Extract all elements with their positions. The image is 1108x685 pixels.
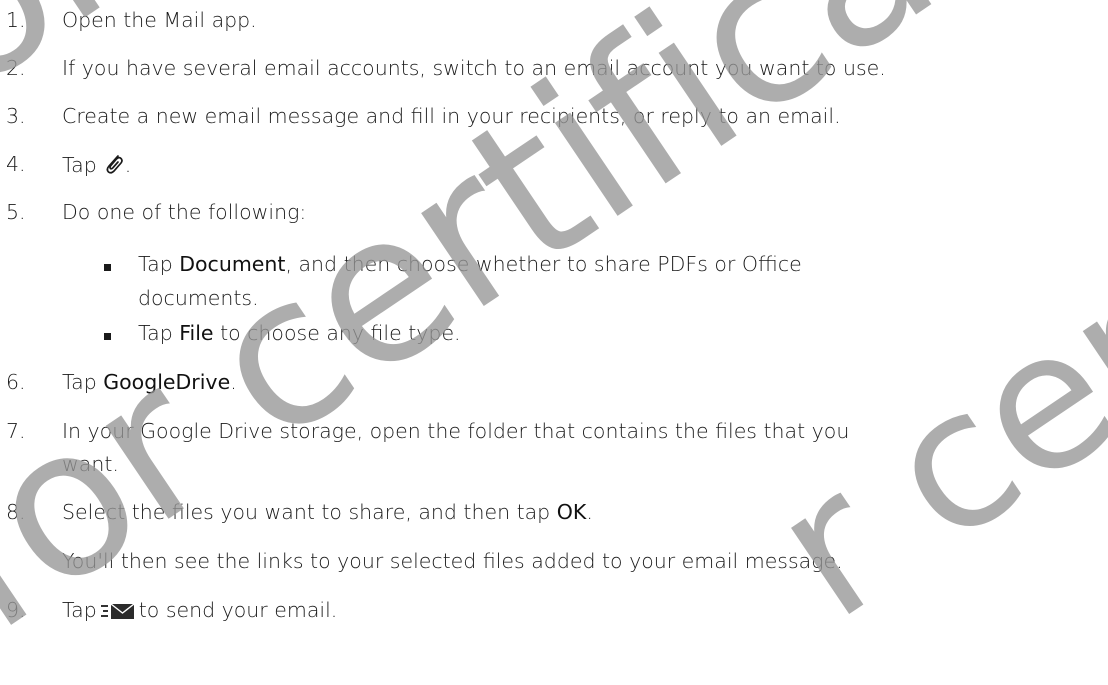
bullet-text-post: , and then choose whether to share PDFs … [285, 252, 802, 276]
step-number: 3. [6, 104, 26, 128]
step-text-post: . [586, 500, 593, 524]
bullet-marker [104, 333, 111, 340]
step-text: In your Google Drive storage, open the f… [62, 419, 850, 443]
step-number: 4. [6, 152, 26, 176]
step-text-post: . [124, 153, 132, 177]
ui-term-googledrive: GoogleDrive [103, 370, 231, 394]
step-text-post: . [230, 370, 237, 394]
step-number: 9. [6, 598, 26, 622]
bullet-text-pre: Tap [138, 252, 180, 276]
step-number: 5. [6, 200, 26, 224]
bullet-item-document: Tap Document, and then choose whether to… [138, 252, 802, 276]
step-text-pre: Tap [62, 153, 97, 177]
step-text-pre: Tap [62, 598, 97, 622]
step-7-continuation: want. [62, 452, 119, 476]
send-mail-icon [100, 601, 135, 625]
step-text: Tap. [62, 152, 131, 181]
step-number: 2. [6, 56, 26, 80]
step-text: Tap GoogleDrive. [62, 370, 237, 394]
ui-term-document: Document [179, 252, 286, 276]
bullet-continuation: documents. [138, 286, 259, 310]
step-text: Select the files you want to share, and … [62, 500, 593, 524]
bullet-marker [104, 264, 111, 271]
bullet-text-post: to choose any file type. [213, 321, 461, 345]
step-number: 1. [6, 8, 26, 32]
ui-term-ok: OK [556, 500, 587, 524]
step-number: 8. [6, 500, 26, 524]
step-text-pre: Select the files you want to share, and … [62, 500, 557, 524]
step-text: Create a new email message and fill in y… [62, 104, 841, 128]
document-page: 1. Open the Mail app. 2. If you have sev… [0, 0, 1108, 685]
step-text: Do one of the following: [62, 200, 307, 224]
step-text-pre: Tap [62, 370, 104, 394]
step-text: Open the Mail app. [62, 8, 257, 32]
step-number: 6. [6, 370, 26, 394]
step-number: 7. [6, 419, 26, 443]
ui-term-file: File [179, 321, 214, 345]
bullet-item-file: Tap File to choose any file type. [138, 321, 461, 345]
step-8-note: You'll then see the links to your select… [62, 549, 843, 573]
step-text: Tap to send your email. [62, 598, 337, 625]
step-text: If you have several email accounts, swit… [62, 56, 886, 80]
step-text-post: to send your email. [138, 598, 338, 622]
paperclip-icon [103, 152, 125, 181]
bullet-text-pre: Tap [138, 321, 180, 345]
